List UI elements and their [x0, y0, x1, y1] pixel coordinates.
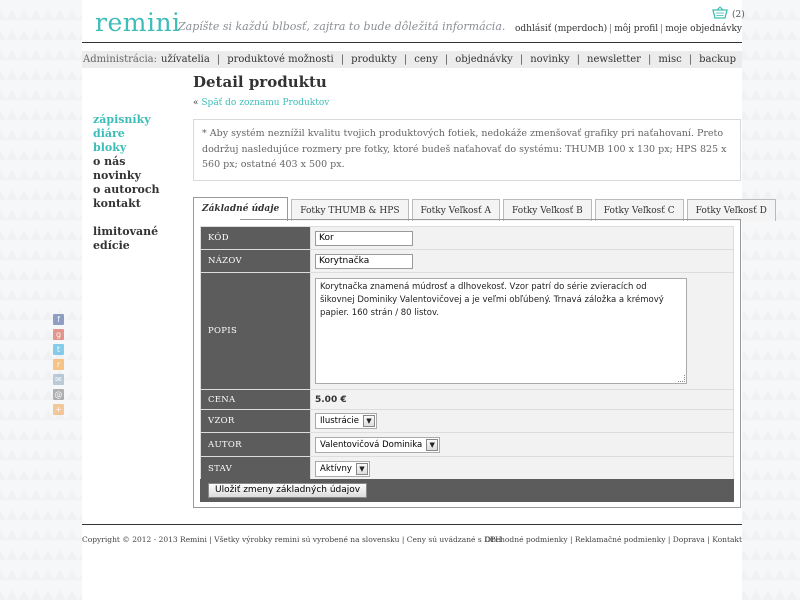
tab-bar: Základné údaje Fotky THUMB & HPS Fotky V…: [193, 197, 776, 221]
sidebar-item-limited[interactable]: limitované: [93, 225, 160, 239]
code-label: KÓD: [200, 226, 311, 250]
product-form: KÓD Kor NÁZOV Korytnačka POPIS Korytnačk…: [200, 226, 734, 481]
tagline: Zapíšte si každú blbosť, zajtra to bude …: [178, 20, 506, 33]
description-label: POPIS: [200, 272, 311, 390]
social-bar: f g t r ✉ @ +: [53, 314, 64, 415]
name-label: NÁZOV: [200, 249, 311, 273]
twitter-icon[interactable]: t: [53, 344, 64, 355]
my-profile-link[interactable]: môj profil: [614, 24, 658, 34]
photo-size-note: * Aby systém neznížil kvalitu tvojich pr…: [193, 119, 741, 181]
author-select[interactable]: Valentovičová Dominika ▼: [315, 436, 441, 453]
author-label: AUTOR: [200, 432, 311, 457]
rss-icon[interactable]: r: [53, 359, 64, 370]
tab-photos-size-a[interactable]: Fotky Veľkosť A: [411, 199, 501, 221]
status-label: STAV: [200, 456, 311, 481]
footer-link-shipping[interactable]: Doprava: [673, 535, 705, 544]
facebook-icon[interactable]: f: [53, 314, 64, 325]
footer-copyright: Copyright © 2012 - 2013 Remini | Všetky …: [82, 535, 502, 544]
name-input[interactable]: Korytnačka: [315, 253, 413, 269]
save-basic-info-button[interactable]: Uložiť zmeny základných údajov: [208, 483, 368, 498]
nav-item-misc[interactable]: misc: [658, 54, 681, 65]
mail-icon[interactable]: @: [53, 389, 64, 400]
price-label: CENA: [200, 389, 311, 410]
pattern-label: VZOR: [200, 409, 311, 433]
share-icon[interactable]: +: [53, 404, 64, 415]
price-value: 5.00 €: [315, 394, 347, 405]
tab-photos-size-b[interactable]: Fotky Veľkosť B: [503, 199, 592, 221]
sidebar-item-editions[interactable]: edície: [93, 239, 160, 253]
sidebar-item-pads[interactable]: bloky: [93, 141, 160, 155]
sidebar-item-notebooks[interactable]: zápisníky: [93, 113, 160, 127]
tab-basic-info[interactable]: Základné údaje: [193, 197, 289, 221]
description-textarea[interactable]: Korytnačka znamená múdrosť a dlhovekosť.…: [315, 278, 687, 384]
resize-grip-icon[interactable]: [678, 375, 685, 382]
sidebar: zápisníky diáre bloky o nás novinky o au…: [93, 113, 160, 253]
admin-label: Administrácia:: [83, 54, 158, 65]
cart-count: (2): [732, 9, 745, 20]
page-title: Detail produktu: [193, 73, 327, 91]
breadcrumb: « Späť do zoznamu Produktov: [193, 98, 329, 108]
nav-item-news[interactable]: novinky: [530, 54, 569, 65]
chevron-down-icon[interactable]: ▼: [356, 462, 368, 475]
back-to-products-link[interactable]: Späť do zoznamu Produktov: [201, 98, 329, 108]
basket-icon[interactable]: [712, 6, 728, 23]
googleplus-icon[interactable]: g: [53, 329, 64, 340]
footer-links: Obchodné podmienky | Reklamačné podmienk…: [484, 535, 742, 544]
logout-link[interactable]: odhlásiť (mperdoch): [515, 24, 607, 34]
user-links: odhlásiť (mperdoch) | môj profil | moje obje…: [514, 24, 742, 34]
tab-photos-size-d[interactable]: Fotky Veľkosť D: [686, 199, 776, 221]
tab-photos-size-c[interactable]: Fotky Veľkosť C: [594, 199, 684, 221]
nav-item-backup[interactable]: backup: [699, 54, 736, 65]
nav-item-products[interactable]: produkty: [351, 54, 397, 65]
sidebar-item-news[interactable]: novinky: [93, 169, 160, 183]
chevron-down-icon[interactable]: ▼: [363, 415, 375, 427]
sidebar-item-about[interactable]: o nás: [93, 155, 160, 169]
chevron-down-icon[interactable]: ▼: [426, 438, 439, 451]
tab-photos-thumb-hps[interactable]: Fotky THUMB & HPS: [291, 199, 409, 221]
sidebar-item-authors[interactable]: o autoroch: [93, 183, 160, 197]
sidebar-item-contact[interactable]: kontakt: [93, 197, 160, 211]
logo[interactable]: remini: [95, 8, 181, 37]
footer-link-contact[interactable]: Kontakt: [712, 535, 742, 544]
header-divider: [82, 42, 742, 43]
footer-link-complaints[interactable]: Reklamačné podmienky: [575, 535, 666, 544]
nav-item-users[interactable]: užívatelia: [161, 54, 210, 65]
nav-item-newsletter[interactable]: newsletter: [587, 54, 641, 65]
status-select[interactable]: Aktívny ▼: [315, 460, 370, 477]
footer-divider: [82, 524, 742, 525]
nav-item-orders[interactable]: objednávky: [455, 54, 513, 65]
footer-link-terms[interactable]: Obchodné podmienky: [485, 535, 568, 544]
admin-nav: Administrácia: užívatelia | produktové mo…: [82, 51, 742, 68]
my-orders-link[interactable]: moje objednávky: [665, 24, 742, 34]
back-arrow: «: [193, 98, 199, 108]
pattern-select[interactable]: Ilustrácie ▼: [315, 413, 377, 429]
sidebar-item-diaries[interactable]: diáre: [93, 127, 160, 141]
nav-item-product-options[interactable]: produktové možnosti: [227, 54, 333, 65]
code-input[interactable]: Kor: [315, 230, 413, 246]
description-text: Korytnačka znamená múdrosť a dlhovekosť.…: [320, 282, 664, 318]
nav-item-prices[interactable]: ceny: [414, 54, 438, 65]
tab-panel-border: [240, 219, 741, 220]
cart[interactable]: (2): [712, 6, 745, 23]
email-icon[interactable]: ✉: [53, 374, 64, 385]
